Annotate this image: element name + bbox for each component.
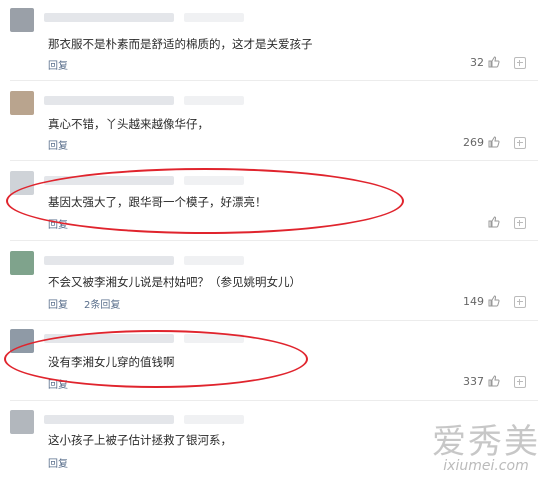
like-count: 149 <box>463 295 484 308</box>
like-count: 269 <box>463 136 484 149</box>
username-placeholder[interactable] <box>44 13 244 22</box>
view-replies-link[interactable]: 2条回复 <box>84 296 120 311</box>
watermark-main: 爱秀美 <box>432 422 540 462</box>
plus-box-icon[interactable] <box>514 137 526 149</box>
divider <box>10 240 538 241</box>
thumbs-up-icon[interactable] <box>488 136 500 148</box>
comment-text: 不会又被李湘女儿说是村姑吧？（参见姚明女儿） <box>48 275 301 289</box>
comment-text: 没有李湘女儿穿的值钱啊 <box>48 355 175 369</box>
reply-link[interactable]: 回复 <box>48 137 68 152</box>
divider <box>10 80 538 81</box>
comment-text: 真心不错，丫头越来越像华仔， <box>48 117 209 131</box>
divider <box>10 400 538 401</box>
username-placeholder[interactable] <box>44 176 244 185</box>
avatar[interactable] <box>10 329 34 353</box>
plus-box-icon[interactable] <box>514 217 526 229</box>
username-placeholder[interactable] <box>44 415 244 424</box>
reply-link[interactable]: 回复 <box>48 216 68 231</box>
username-placeholder[interactable] <box>44 256 244 265</box>
thumbs-up-icon[interactable] <box>488 56 500 68</box>
thumbs-up-icon[interactable] <box>488 216 500 228</box>
avatar[interactable] <box>10 410 34 434</box>
username-placeholder[interactable] <box>44 96 244 105</box>
avatar[interactable] <box>10 171 34 195</box>
divider <box>10 160 538 161</box>
reply-link[interactable]: 回复 <box>48 376 68 391</box>
watermark-url: ixiumei.com <box>443 458 529 474</box>
comment-text: 那衣服不是朴素而是舒适的棉质的，这才是关爱孩子 <box>48 37 313 51</box>
plus-box-icon[interactable] <box>514 57 526 69</box>
plus-box-icon[interactable] <box>514 376 526 388</box>
reply-link[interactable]: 回复 <box>48 296 68 311</box>
like-count: 337 <box>463 375 484 388</box>
thumbs-up-icon[interactable] <box>488 375 500 387</box>
username-placeholder[interactable] <box>44 334 244 343</box>
like-count: 32 <box>470 56 484 69</box>
reply-link[interactable]: 回复 <box>48 57 68 72</box>
comment-text: 基因太强大了，跟华哥一个模子，好漂亮！ <box>48 195 267 209</box>
avatar[interactable] <box>10 251 34 275</box>
divider <box>10 320 538 321</box>
plus-box-icon[interactable] <box>514 296 526 308</box>
avatar[interactable] <box>10 8 34 32</box>
watermark-logo: 爱秀美 ixiumei.com <box>432 425 540 473</box>
thumbs-up-icon[interactable] <box>488 295 500 307</box>
comment-text: 这小孩子上被子估计拯救了银河系， <box>48 433 232 447</box>
reply-link[interactable]: 回复 <box>48 455 68 470</box>
avatar[interactable] <box>10 91 34 115</box>
